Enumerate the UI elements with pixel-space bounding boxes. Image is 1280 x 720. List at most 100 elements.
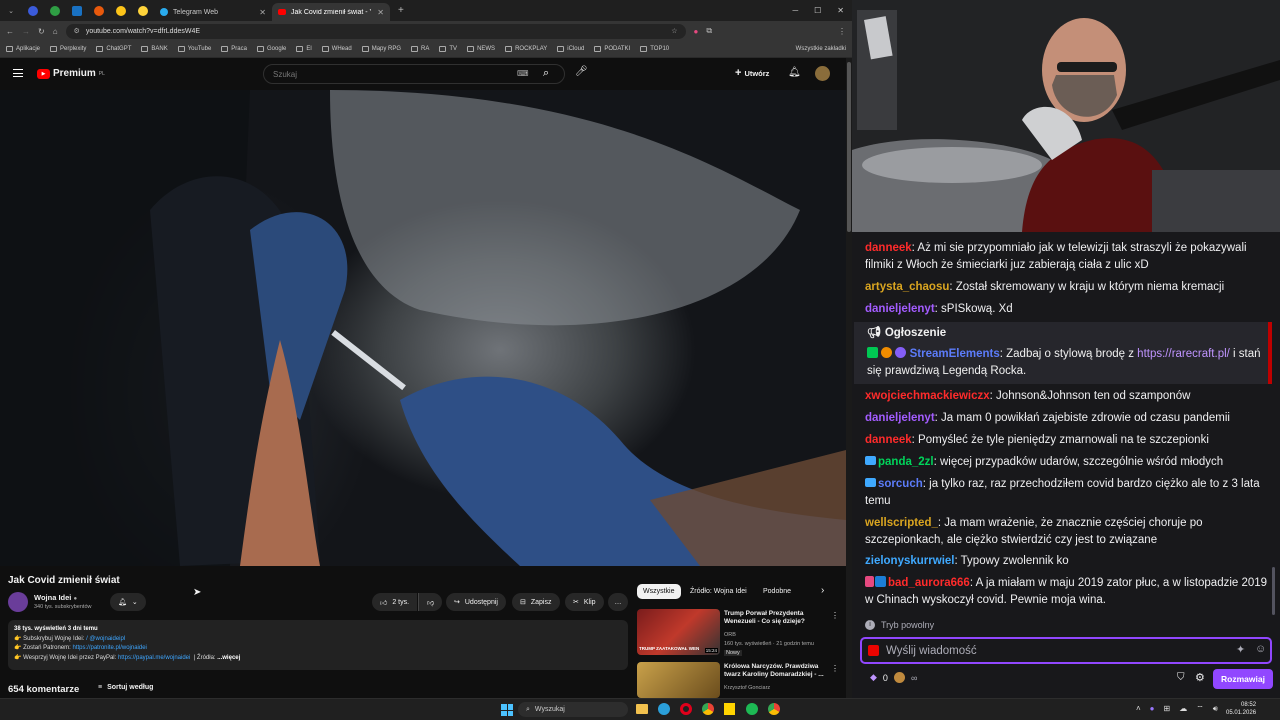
related-thumbnail[interactable]: TRUMP ZAATAKOWAŁ WEN 15:24 [637, 609, 720, 655]
bookmark-item[interactable]: iCloud [557, 46, 584, 52]
related-channel[interactable]: Krzysztof Gonciarz [724, 685, 770, 691]
chat-username[interactable]: xwojciechmackiewiczx [865, 390, 990, 402]
edge-icon[interactable] [658, 703, 670, 715]
tab-youtube[interactable]: Jak Covid zmienił świat - Yo ✕ [272, 3, 390, 21]
shield-icon[interactable]: ⛉ [1177, 672, 1185, 683]
tab-list-icon[interactable]: ⌄ [0, 0, 22, 21]
maximize-icon[interactable]: ☐ [814, 6, 821, 15]
sort-comments-button[interactable]: ≡ Sortuj według [98, 684, 153, 691]
pinned-tab-6[interactable] [132, 0, 154, 21]
chat-username[interactable]: zielonyskurrwiel [865, 555, 954, 567]
chrome-active-icon[interactable] [768, 703, 780, 715]
chevron-up-icon[interactable]: ˄ [1136, 704, 1141, 714]
chat-username[interactable]: sorcuch [878, 478, 923, 490]
like-button[interactable]: 👍︎ 2 tys. [372, 593, 418, 611]
extensions-puzzle-icon[interactable]: ⧉ [706, 26, 712, 36]
minimize-icon[interactable]: ─ [792, 6, 798, 15]
description-box[interactable]: 38 tys. wyświetleń 3 dni temu 👉 Subskryb… [8, 620, 628, 670]
related-title[interactable]: Trump Porwał Prezydenta Wenezueli - Co s… [724, 610, 828, 626]
chip-all[interactable]: Wszystkie [637, 584, 681, 599]
tab-telegram[interactable]: Telegram Web ✕ [154, 3, 272, 21]
address-bar[interactable]: ⚙ youtube.com/watch?v=dfrLddesW4E ☆ [65, 23, 686, 39]
chat-username[interactable]: panda_2zl [878, 456, 934, 468]
bookmark-item[interactable]: ROCKPLAY [505, 46, 547, 52]
bookmark-item[interactable]: Perplexity [50, 46, 86, 52]
settings-gear-icon[interactable]: ⚙ [1195, 671, 1205, 684]
bookmark-item[interactable]: El [296, 46, 312, 52]
video-player[interactable] [0, 90, 846, 566]
chip-similar[interactable]: Podobne [757, 584, 797, 599]
chat-username[interactable]: wellscripted_ [865, 517, 938, 529]
new-tab-button[interactable]: + [398, 5, 404, 16]
pinned-tab-5[interactable] [110, 0, 132, 21]
tray-cloud-icon[interactable]: ☁ [1179, 704, 1187, 714]
clock[interactable]: 08:52 05.01.2026 [1226, 701, 1256, 717]
pinned-tab-1[interactable] [22, 0, 44, 21]
channel-avatar[interactable] [8, 592, 28, 612]
dislike-button[interactable]: 👎︎ [418, 593, 443, 611]
notes-icon[interactable] [724, 703, 735, 715]
voice-search-icon[interactable]: 🎤︎ [575, 66, 588, 77]
file-explorer-icon[interactable] [636, 704, 648, 714]
chat-username[interactable]: danneek [865, 434, 912, 446]
description-link[interactable]: https://patronite.pl/wojnaidei [73, 645, 147, 651]
pinned-tab-3[interactable] [66, 0, 88, 21]
bookmark-item[interactable]: YouTube [177, 46, 211, 52]
bookmark-item[interactable]: Praca [221, 46, 247, 52]
keyboard-icon[interactable]: ⌨ [517, 69, 529, 78]
youtube-logo[interactable]: ▶ Premium PL [37, 68, 105, 79]
related-title[interactable]: Królowa Narcyzów. Prawdziwa twarz Karoli… [724, 663, 828, 679]
bookmark-item[interactable]: TOP10 [640, 46, 669, 52]
more-options-icon[interactable]: ⋮ [831, 611, 839, 620]
close-tab-icon[interactable]: ✕ [259, 8, 266, 17]
menu-kebab-icon[interactable]: ⋮ [838, 27, 846, 36]
channel-points[interactable]: ◆ 0 ∞ [870, 672, 917, 683]
close-window-icon[interactable]: ✕ [837, 6, 844, 15]
taskbar-search[interactable]: ⌕ Wyszukaj [518, 702, 628, 717]
search-icon[interactable]: ⌕ [543, 67, 549, 80]
channel-name[interactable]: Wojna Idei ● [34, 593, 77, 602]
description-link[interactable]: https://paypal.me/wojnaidei [118, 655, 190, 661]
all-bookmarks-folder[interactable]: Wszystkie zakładki [796, 46, 846, 52]
bookmark-item[interactable]: Google [256, 46, 286, 52]
bookmark-item[interactable]: TV [439, 46, 457, 52]
bookmark-item[interactable]: NEWS [467, 46, 495, 52]
more-options-icon[interactable]: ⋮ [831, 664, 839, 673]
tray-wifi-icon[interactable]: ⌔ [1196, 704, 1204, 714]
chat-send-button[interactable]: Rozmawiaj [1213, 669, 1273, 689]
chrome-icon[interactable] [702, 703, 714, 715]
hamburger-menu-icon[interactable] [13, 69, 23, 77]
start-icon[interactable] [501, 704, 513, 716]
chat-username[interactable]: StreamElements [910, 348, 1000, 360]
save-button[interactable]: ⊟ Zapisz [512, 593, 560, 611]
chat-username[interactable]: danieljelenyt [865, 303, 935, 315]
related-channel[interactable]: ORB [724, 632, 736, 638]
bits-icon[interactable]: ✦ [1236, 643, 1245, 656]
tray-volume-icon[interactable]: 🔊︎ [1213, 704, 1218, 714]
show-more-link[interactable]: ...więcej [217, 655, 240, 661]
bookmark-item[interactable]: RA [411, 46, 429, 52]
clip-button[interactable]: ✂ Klip [565, 593, 604, 611]
bookmark-item[interactable]: PODATKI [594, 46, 630, 52]
close-tab-icon[interactable]: ✕ [377, 8, 384, 17]
bookmark-item[interactable]: WHead [321, 46, 352, 52]
create-button[interactable]: + Utwórz [735, 67, 769, 79]
back-icon[interactable]: ← [6, 27, 14, 36]
announcement-link[interactable]: https://rarecraft.pl/ [1137, 348, 1230, 360]
emote-picker-icon[interactable]: ☺ [1255, 643, 1266, 655]
forward-icon[interactable]: → [22, 27, 30, 36]
subscribe-bell-button[interactable]: 🔔︎ ⌄ [110, 593, 146, 611]
chip-source[interactable]: Źródło: Wojna Idei [684, 584, 753, 599]
chevron-right-icon[interactable]: › [821, 585, 824, 596]
spotify-icon[interactable] [746, 703, 758, 715]
site-info-icon[interactable]: ⚙ [74, 27, 80, 35]
notifications-bell-icon[interactable]: 🔔︎ [788, 67, 801, 78]
avatar[interactable] [815, 66, 830, 81]
more-actions-button[interactable]: … [608, 593, 628, 611]
tray-network-icon[interactable]: ⊞ [1164, 704, 1171, 714]
bookmark-item[interactable]: Mapy RPG [361, 46, 401, 52]
tray-app-icon[interactable]: ● [1150, 704, 1155, 714]
chat-scrollbar[interactable] [1272, 567, 1275, 615]
search-input[interactable]: Szukaj ⌨ ⌕ [263, 64, 565, 84]
chat-username[interactable]: artysta_chaosu [865, 281, 949, 293]
